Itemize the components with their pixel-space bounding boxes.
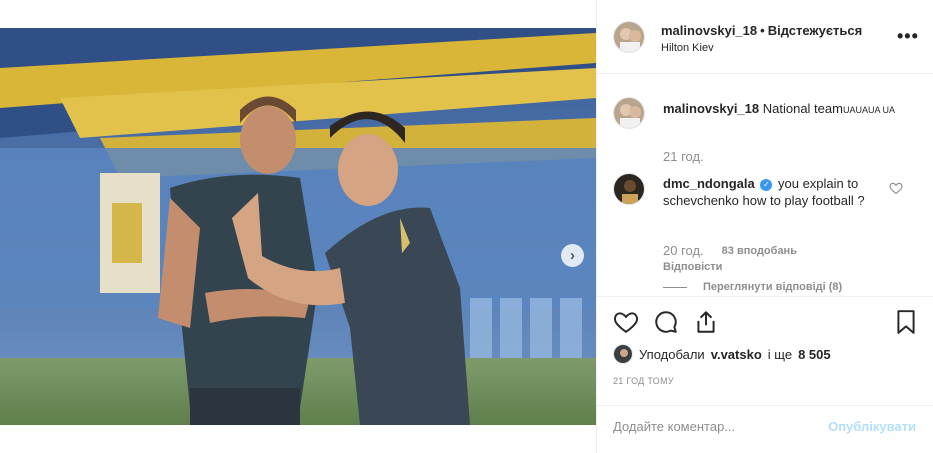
carousel-next-button[interactable]: › (561, 244, 584, 267)
header-separator: • (760, 23, 765, 38)
post-timestamp: 21 ГОД ТОМУ (613, 376, 674, 386)
page-top-strip (0, 0, 596, 28)
commenter-avatar[interactable] (613, 173, 645, 205)
author-avatar[interactable] (613, 21, 645, 53)
post-header: malinovskyi_18 • Відстежується Hilton Kiev… (597, 0, 933, 74)
likes-user[interactable]: v.vatsko (711, 347, 762, 362)
comment-text: dmc_ndongala ✓ you explain to schevchenk… (663, 175, 885, 209)
view-replies-label: Переглянути відповіді (8) (703, 281, 843, 293)
comments-section: malinovskyi_18 National teamUAUAUA UA 21… (597, 75, 933, 295)
comment-bubble-icon[interactable] (653, 309, 679, 335)
post-photo[interactable]: › (0, 28, 596, 425)
post-side-panel: malinovskyi_18 • Відстежується Hilton Kiev… (596, 0, 933, 453)
like-heart-icon[interactable] (613, 309, 639, 335)
author-username[interactable]: malinovskyi_18 (661, 23, 757, 38)
more-options-icon[interactable]: ••• (897, 27, 919, 45)
caption-username[interactable]: malinovskyi_18 (663, 101, 759, 116)
replies-divider (663, 286, 687, 288)
likes-summary: Уподобали v.vatsko і ще 8 505 (613, 344, 831, 364)
comment-time: 20 год. (663, 243, 704, 258)
comment-username[interactable]: dmc_ndongala (663, 176, 755, 191)
bookmark-icon[interactable] (893, 309, 919, 335)
post-location[interactable]: Hilton Kiev (661, 42, 714, 54)
comment-like-heart-icon[interactable] (889, 181, 903, 195)
photo-illustration (0, 28, 596, 425)
view-replies-button[interactable]: Переглянути відповіді (8) (663, 281, 842, 293)
comment-composer: Додайте коментар... Опублікувати (597, 405, 933, 453)
publish-button[interactable]: Опублікувати (828, 419, 916, 434)
add-comment-input[interactable]: Додайте коментар... (613, 419, 735, 434)
caption-time: 21 год. (663, 149, 704, 164)
likes-middle: і ще (767, 346, 793, 362)
header-line: malinovskyi_18 • Відстежується (661, 23, 862, 38)
comment-meta: 20 год. 83 вподобань (663, 243, 797, 258)
likes-count[interactable]: 8 505 (798, 347, 831, 362)
share-icon[interactable] (693, 309, 719, 335)
likes-prefix: Уподобали (639, 346, 705, 362)
caption-text: malinovskyi_18 National teamUAUAUA UA (663, 100, 903, 119)
verified-badge-icon: ✓ (760, 178, 773, 191)
reply-button[interactable]: Відповісти (663, 261, 722, 273)
liker-avatar[interactable] (613, 344, 633, 364)
caption-body: National team (762, 101, 843, 116)
caption-author-avatar[interactable] (613, 97, 645, 129)
follow-status[interactable]: Відстежується (768, 23, 863, 38)
caption-flags: UAUAUA UA (842, 105, 895, 115)
comment-likes[interactable]: 83 вподобань (722, 245, 797, 257)
